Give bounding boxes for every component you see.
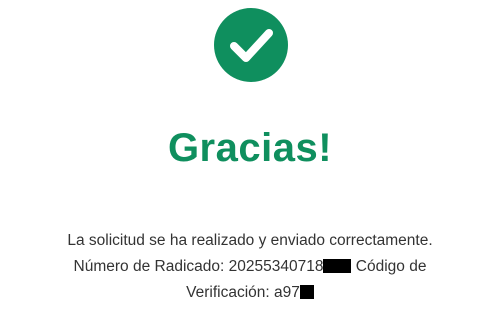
verificacion-line: Verificación: a97: [0, 280, 500, 306]
success-check-icon: [214, 8, 288, 82]
confirmation-page: Gracias! La solicitud se ha realizado y …: [0, 0, 500, 310]
check-icon: [230, 29, 273, 62]
confirmation-message: La solicitud se ha realizado y enviado c…: [0, 228, 500, 306]
redaction-box: [299, 285, 314, 299]
page-title: Gracias!: [167, 126, 333, 170]
radicado-value: 20255340718: [228, 258, 324, 275]
radicado-line: Número de Radicado: 20255340718 Código d…: [0, 254, 500, 280]
codigo-label: Código de: [355, 258, 427, 275]
redaction-box: [323, 259, 352, 273]
status-text: La solicitud se ha realizado y enviado c…: [67, 232, 433, 249]
verificacion-value: a97: [274, 284, 300, 301]
radicado-label: Número de Radicado:: [73, 258, 225, 275]
verificacion-label: Verificación:: [186, 284, 270, 301]
